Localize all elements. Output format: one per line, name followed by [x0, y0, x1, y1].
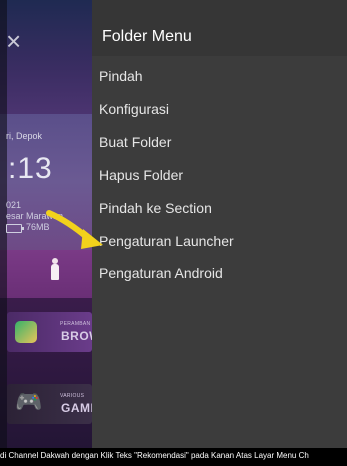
menu-item-pengaturan-android[interactable]: Pengaturan Android [99, 258, 339, 288]
wallpaper-figure [50, 258, 60, 280]
gamepad-icon: 🎮 [15, 389, 43, 414]
folder-menu-drawer: Folder Menu Pindah Konfigurasi Buat Fold… [92, 0, 347, 448]
close-icon[interactable]: × [6, 28, 21, 54]
menu-item-konfigurasi[interactable]: Konfigurasi [99, 94, 339, 124]
games-banner-title: GAMI [61, 401, 92, 415]
browser-app-icon [15, 321, 37, 343]
annotation-arrow-icon [46, 210, 103, 249]
browser-banner-title: BROW [61, 329, 92, 343]
battery-icon [6, 224, 24, 233]
menu-item-pengaturan-launcher[interactable]: Pengaturan Launcher [99, 226, 339, 256]
menu-item-buat-folder[interactable]: Buat Folder [99, 127, 339, 157]
caption-bar: di Channel Dakwah dengan Klik Teks "Reko… [0, 448, 347, 466]
figure-body [51, 264, 59, 280]
drawer-header: Folder Menu [92, 0, 347, 56]
clock-time: :13 [8, 152, 53, 185]
browser-banner[interactable]: PERAMBAN BROW [7, 312, 92, 352]
browser-banner-subtitle: PERAMBAN [60, 321, 91, 327]
games-banner[interactable]: 🎮 VARIOUS GAMI [7, 384, 92, 424]
caption-text: di Channel Dakwah dengan Klik Teks "Reko… [0, 451, 309, 460]
clock-location: ri, Depok [6, 131, 43, 141]
screen: × ri, Depok :13 021 esar Marawan 76MB PE… [0, 0, 347, 466]
background-top [0, 0, 92, 114]
clock-date: 021 [6, 200, 22, 210]
menu-item-pindah-ke-section[interactable]: Pindah ke Section [99, 193, 339, 223]
menu-item-pindah[interactable]: Pindah [99, 61, 339, 91]
menu-item-hapus-folder[interactable]: Hapus Folder [99, 160, 339, 190]
games-banner-subtitle: VARIOUS [60, 393, 85, 399]
drawer-title: Folder Menu [102, 28, 192, 45]
